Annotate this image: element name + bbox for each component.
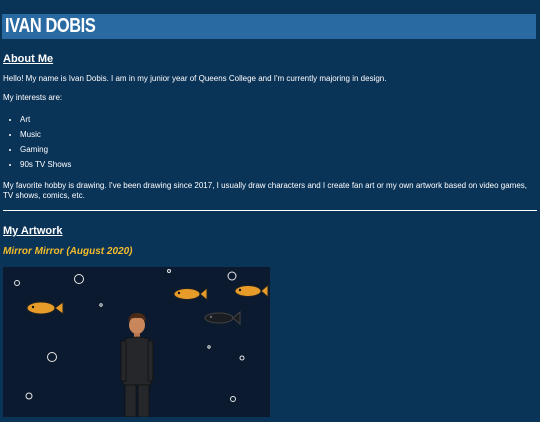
interest-item: Art <box>20 112 537 127</box>
artwork-title: Mirror Mirror (August 2020) <box>3 246 133 257</box>
main-content: About Me Hello! My name is Ivan Dobis. I… <box>0 53 540 418</box>
site-title: IVAN DOBIS <box>5 15 96 37</box>
interest-item: Music <box>20 127 537 142</box>
site-header: IVAN DOBIS <box>2 14 536 39</box>
section-divider <box>3 210 537 211</box>
about-heading: About Me <box>3 53 54 65</box>
interests-list: Art Music Gaming 90s TV Shows <box>3 112 537 172</box>
artwork-heading: My Artwork <box>3 225 63 237</box>
about-intro: Hello! My name is Ivan Dobis. I am in my… <box>3 74 387 83</box>
artwork-illustration <box>14 269 269 418</box>
hobby-text: My favorite hobby is drawing. I've been … <box>3 181 528 200</box>
interest-item: Gaming <box>20 142 537 157</box>
interest-item: 90s TV Shows <box>20 157 537 172</box>
artwork-image <box>3 267 270 418</box>
interests-label: My interests are: <box>3 93 63 102</box>
